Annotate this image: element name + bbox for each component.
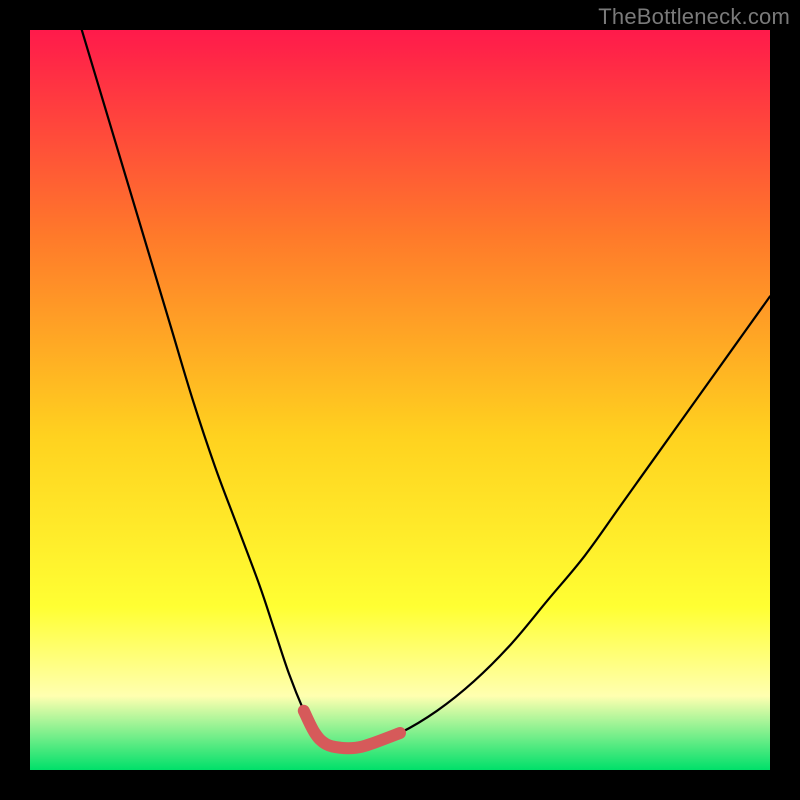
bottleneck-chart [30, 30, 770, 770]
chart-frame: TheBottleneck.com [0, 0, 800, 800]
plot-area [30, 30, 770, 770]
gradient-background [30, 30, 770, 770]
watermark-text: TheBottleneck.com [598, 4, 790, 30]
